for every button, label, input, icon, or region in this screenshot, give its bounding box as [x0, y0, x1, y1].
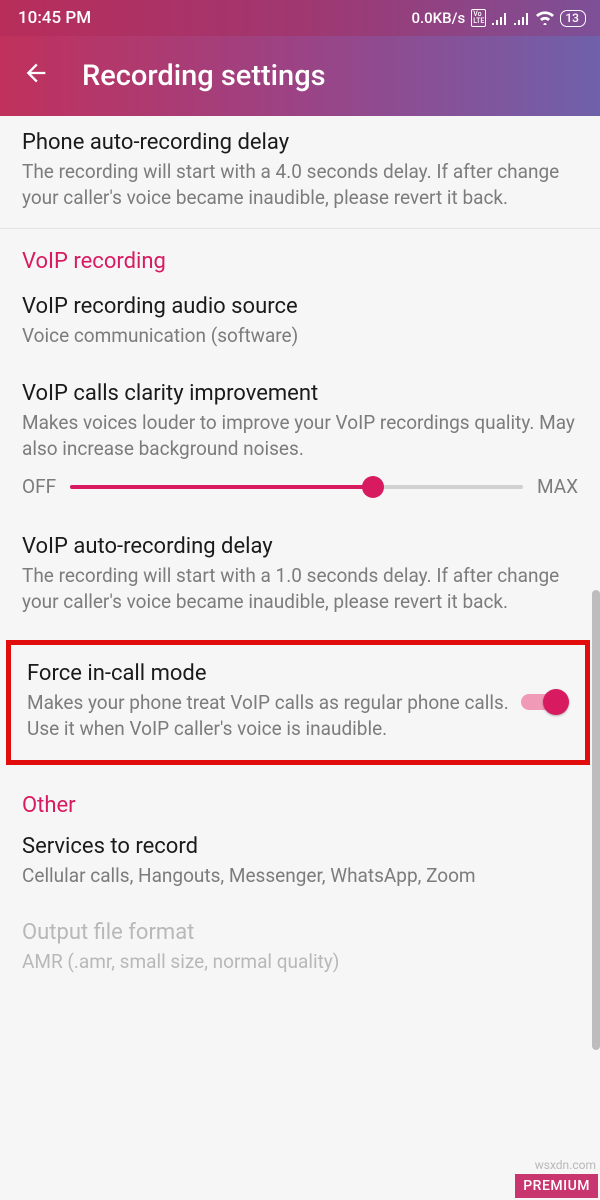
voip-clarity-slider[interactable]: [70, 485, 523, 489]
setting-description: Makes voices louder to improve your VoIP…: [22, 410, 578, 461]
premium-badge[interactable]: PREMIUM: [515, 1174, 598, 1198]
signal-icon: [492, 11, 508, 25]
slider-fill: [70, 485, 373, 489]
battery-level: 13: [565, 11, 579, 25]
setting-title: Output file format: [22, 920, 578, 945]
services-to-record[interactable]: Services to record Cellular calls, Hango…: [0, 824, 600, 907]
section-other: Other: [0, 773, 600, 824]
voip-clarity-slider-row: OFF MAX: [0, 465, 600, 520]
voip-auto-recording-delay[interactable]: VoIP auto-recording delay The recording …: [0, 520, 600, 632]
status-bar: 10:45 PM 0.0KB/s VoLTE 13: [0, 0, 600, 36]
scrollbar-indicator[interactable]: [592, 590, 600, 1050]
force-in-call-mode-switch[interactable]: [521, 688, 569, 716]
watermark: wsxdn.com: [535, 1158, 596, 1172]
wifi-icon: [536, 11, 554, 25]
output-file-format: Output file format AMR (.amr, small size…: [0, 906, 600, 993]
setting-description: Voice communication (software): [22, 323, 578, 349]
setting-title: VoIP auto-recording delay: [22, 534, 578, 559]
setting-description: Makes your phone treat VoIP calls as reg…: [27, 690, 509, 741]
settings-list: Phone auto-recording delay The recording…: [0, 116, 600, 993]
setting-description: AMR (.amr, small size, normal quality): [22, 949, 578, 975]
setting-title: Services to record: [22, 834, 578, 859]
back-button[interactable]: [22, 59, 50, 93]
setting-title: VoIP calls clarity improvement: [22, 381, 578, 406]
voip-recording-audio-source[interactable]: VoIP recording audio source Voice commun…: [0, 280, 600, 367]
status-right: 0.0KB/s VoLTE 13: [411, 9, 586, 27]
switch-thumb: [543, 689, 569, 715]
force-in-call-mode[interactable]: Force in-call mode Makes your phone trea…: [27, 661, 509, 741]
app-bar: Recording settings: [0, 36, 600, 116]
setting-title: VoIP recording audio source: [22, 294, 578, 319]
setting-title: Phone auto-recording delay: [22, 130, 578, 155]
status-speed: 0.0KB/s: [411, 9, 465, 27]
section-voip-recording: VoIP recording: [0, 229, 600, 280]
signal-icon-2: [514, 11, 530, 25]
setting-title: Force in-call mode: [27, 661, 509, 686]
volte-icon: VoLTE: [471, 9, 486, 27]
phone-auto-recording-delay[interactable]: Phone auto-recording delay The recording…: [0, 116, 600, 228]
setting-description: The recording will start with a 4.0 seco…: [22, 159, 578, 210]
setting-description: The recording will start with a 1.0 seco…: [22, 563, 578, 614]
voip-clarity-improvement: VoIP calls clarity improvement Makes voi…: [0, 367, 600, 465]
slider-min-label: OFF: [22, 475, 56, 498]
battery-indicator: 13: [560, 10, 586, 27]
force-in-call-mode-highlight: Force in-call mode Makes your phone trea…: [6, 640, 590, 764]
status-time: 10:45 PM: [18, 8, 91, 28]
page-title: Recording settings: [82, 59, 326, 93]
setting-description: Cellular calls, Hangouts, Messenger, Wha…: [22, 863, 578, 889]
slider-thumb[interactable]: [362, 476, 384, 498]
slider-max-label: MAX: [537, 475, 578, 498]
